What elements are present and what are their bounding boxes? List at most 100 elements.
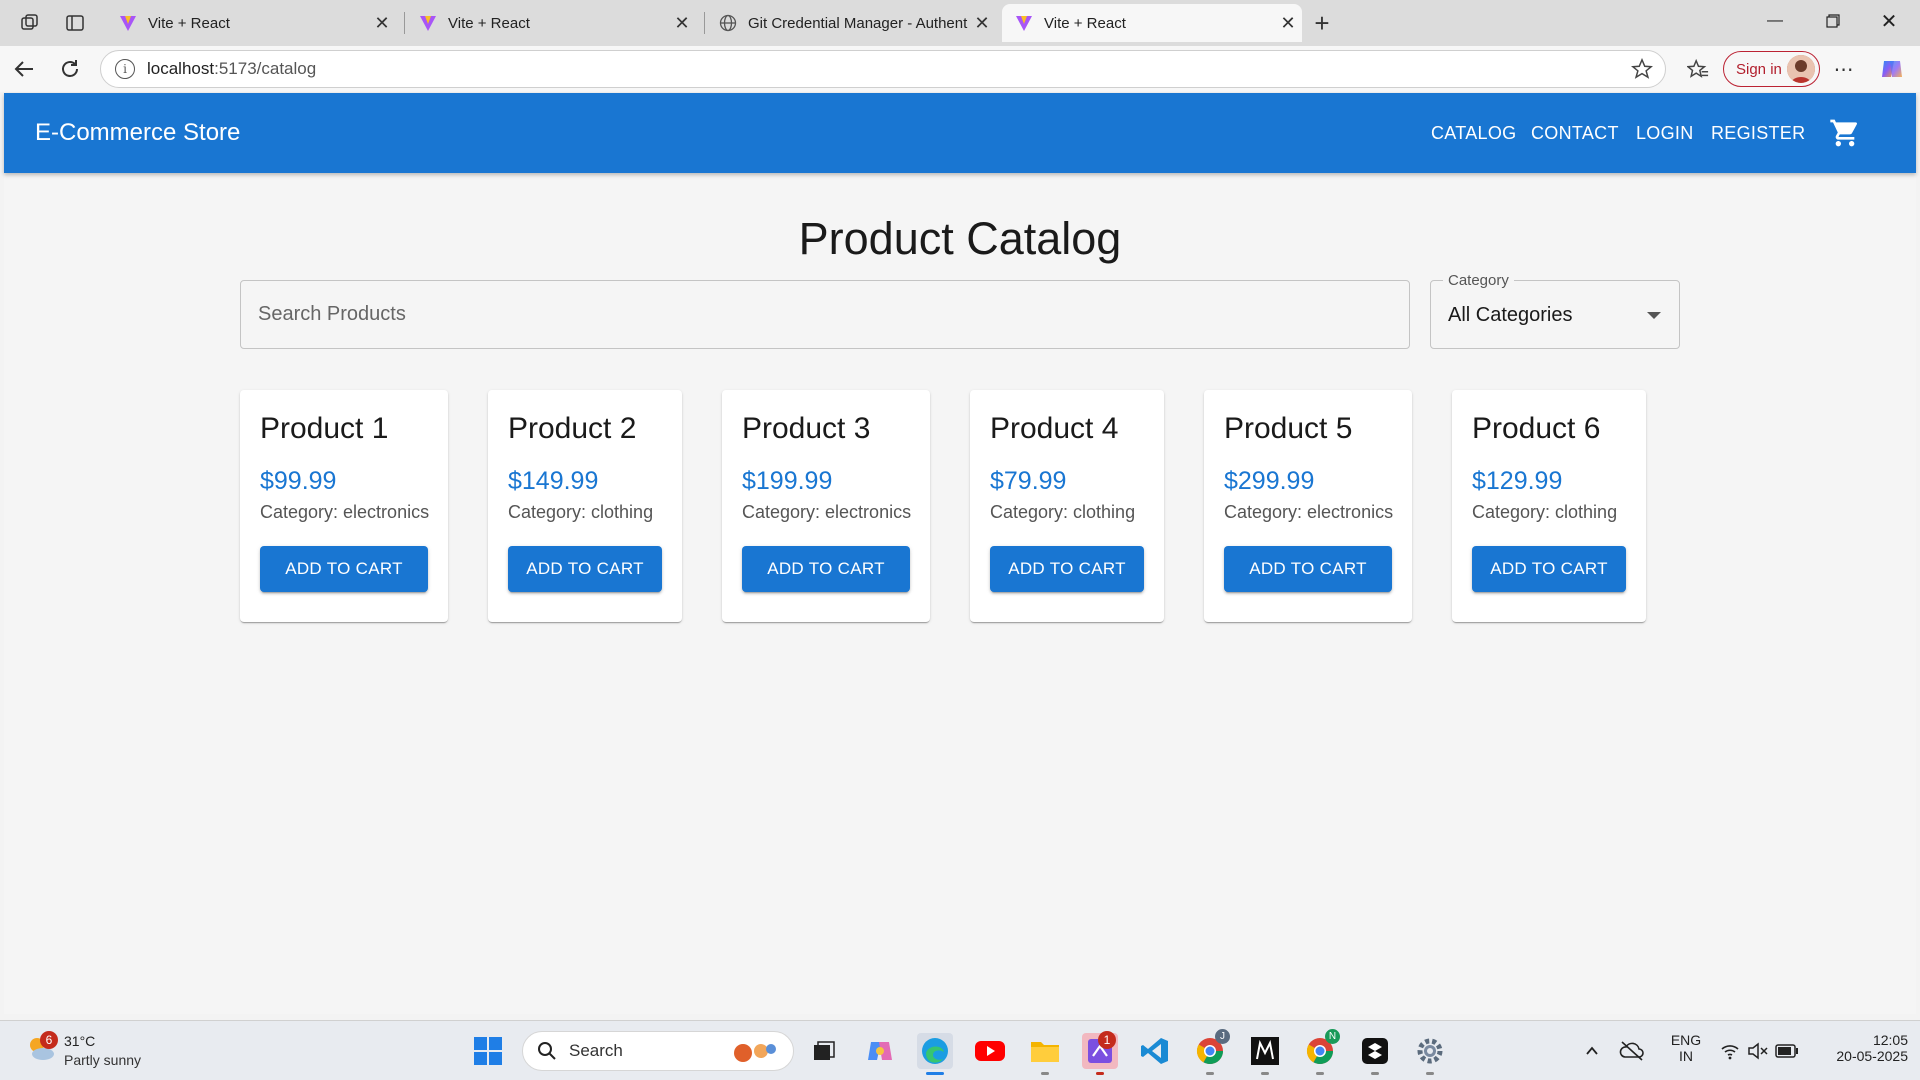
product-price: $299.99 (1224, 467, 1315, 495)
product-name: Product 3 (742, 412, 871, 445)
tab-vite-react-1[interactable]: Vite + React ✕ (106, 4, 396, 42)
product-category: Category: electronics (260, 502, 430, 522)
add-to-cart-button[interactable]: ADD TO CART (990, 546, 1144, 592)
windows-taskbar: 6 31°C Partly sunny Search 1 J N ENG IN … (0, 1020, 1920, 1080)
copilot-icon[interactable] (1876, 53, 1908, 85)
browser-tab-strip: Vite + React ✕ Vite + React ✕ Git Creden… (0, 0, 1920, 46)
vite-icon (1014, 13, 1034, 33)
browser-toolbar: i localhost:5173/catalog Sign in ⋯ (0, 46, 1920, 92)
add-to-cart-button[interactable]: ADD TO CART (260, 546, 428, 592)
reload-icon[interactable] (54, 53, 86, 85)
product-name: Product 4 (990, 412, 1119, 445)
page-viewport: E-Commerce Store CATALOG CONTACT LOGIN R… (4, 93, 1916, 1014)
category-value: All Categories (1448, 304, 1573, 326)
running-app-indicator (1096, 1072, 1104, 1075)
visual-studio-icon[interactable]: 1 (1082, 1031, 1118, 1075)
wifi-icon[interactable] (1716, 1033, 1744, 1069)
weather-temperature: 31°C (64, 1033, 96, 1049)
shopping-cart-icon[interactable] (1829, 117, 1861, 149)
close-window-icon[interactable]: ✕ (1866, 6, 1912, 36)
product-category: Category: clothing (508, 502, 654, 522)
minimize-icon[interactable]: — (1752, 6, 1798, 36)
running-app-indicator (1426, 1072, 1434, 1075)
copilot-app-icon[interactable] (862, 1033, 898, 1069)
address-bar[interactable]: i localhost:5173/catalog (100, 50, 1666, 88)
active-app-indicator (926, 1072, 944, 1075)
tab-actions-icon[interactable] (60, 8, 90, 38)
taskbar-search-label: Search (569, 1041, 623, 1060)
taskbar-search[interactable]: Search (522, 1031, 794, 1071)
clock-time: 12:05 (1872, 1032, 1908, 1048)
tab-title: Vite + React (448, 14, 530, 32)
product-price: $99.99 (260, 467, 337, 495)
nav-catalog[interactable]: CATALOG (1431, 123, 1516, 144)
restore-icon[interactable] (1810, 6, 1856, 36)
brand-title[interactable]: E-Commerce Store (35, 119, 240, 147)
close-tab-icon[interactable]: ✕ (368, 13, 396, 34)
youtube-icon[interactable] (972, 1033, 1008, 1069)
weather-badge: 6 (40, 1031, 58, 1049)
settings-gear-icon[interactable] (1412, 1033, 1448, 1075)
add-to-cart-button[interactable]: ADD TO CART (742, 546, 910, 592)
notification-badge: 1 (1098, 1031, 1116, 1049)
show-hidden-icons-chevron-icon[interactable] (1574, 1033, 1610, 1069)
workspaces-icon[interactable] (15, 8, 45, 38)
tab-title: Git Credential Manager - Authent (748, 14, 968, 32)
vscode-icon[interactable] (1137, 1033, 1173, 1069)
back-icon[interactable] (8, 53, 40, 85)
running-app-indicator (1206, 1072, 1214, 1075)
product-card: Product 5 $299.99 Category: electronics … (1204, 390, 1412, 622)
profile-badge-j: J (1215, 1029, 1230, 1044)
weather-condition: Partly sunny (64, 1052, 142, 1068)
nav-contact[interactable]: CONTACT (1531, 123, 1619, 144)
add-to-cart-button[interactable]: ADD TO CART (1224, 546, 1392, 592)
more-options-icon[interactable]: ⋯ (1828, 53, 1860, 85)
category-select[interactable]: Category All Categories (1430, 272, 1680, 349)
site-info-icon[interactable]: i (115, 59, 135, 79)
tab-vite-react-active[interactable]: Vite + React ✕ (1002, 4, 1302, 42)
url-text: localhost:5173/catalog (147, 59, 317, 78)
sign-in-button[interactable]: Sign in (1723, 51, 1820, 87)
app-header: E-Commerce Store CATALOG CONTACT LOGIN R… (4, 93, 1916, 173)
chrome-profile-n-icon[interactable]: N (1302, 1029, 1340, 1075)
product-name: Product 1 (260, 412, 389, 445)
add-to-cart-button[interactable]: ADD TO CART (1472, 546, 1626, 592)
battery-icon[interactable] (1772, 1033, 1802, 1069)
file-explorer-icon[interactable] (1027, 1033, 1063, 1075)
chrome-profile-j-icon[interactable]: J (1192, 1029, 1230, 1075)
page-title: Product Catalog (798, 213, 1122, 264)
running-app-indicator (1316, 1072, 1324, 1075)
nav-register[interactable]: REGISTER (1711, 123, 1805, 144)
close-tab-icon[interactable]: ✕ (1274, 13, 1302, 34)
profile-badge-n: N (1325, 1029, 1340, 1044)
tab-title: Vite + React (148, 14, 230, 32)
running-app-indicator (1041, 1072, 1049, 1075)
add-to-cart-button[interactable]: ADD TO CART (508, 546, 662, 592)
windows-start-icon[interactable] (470, 1033, 506, 1069)
close-tab-icon[interactable]: ✕ (968, 13, 996, 34)
search-icon (538, 1042, 556, 1060)
close-tab-icon[interactable]: ✕ (668, 13, 696, 34)
clock[interactable]: 12:05 20-05-2025 (1808, 1032, 1908, 1064)
volume-muted-icon[interactable] (1744, 1033, 1772, 1069)
favorite-star-icon[interactable] (1630, 57, 1654, 85)
task-view-icon[interactable] (806, 1033, 842, 1069)
tab-vite-react-2[interactable]: Vite + React ✕ (406, 4, 696, 42)
search-input[interactable] (240, 280, 1410, 349)
new-tab-icon[interactable]: + (1307, 8, 1337, 38)
edge-browser-icon[interactable] (917, 1033, 953, 1075)
language-indicator[interactable]: ENG IN (1666, 1032, 1706, 1064)
capcut-icon[interactable] (1357, 1033, 1393, 1075)
product-card: Product 6 $129.99 Category: clothing ADD… (1452, 390, 1646, 622)
region-code: IN (1679, 1048, 1693, 1064)
vite-icon (118, 13, 138, 33)
tab-git-credential-manager[interactable]: Git Credential Manager - Authent ✕ (706, 4, 996, 42)
nav-login[interactable]: LOGIN (1636, 123, 1694, 144)
product-price: $79.99 (990, 467, 1067, 495)
m-app-icon[interactable] (1247, 1033, 1283, 1075)
favorites-icon[interactable] (1682, 53, 1714, 85)
onedrive-offline-icon[interactable] (1614, 1033, 1650, 1069)
product-category: Category: clothing (990, 502, 1136, 522)
running-app-indicator (1261, 1072, 1269, 1075)
globe-icon (718, 13, 738, 33)
